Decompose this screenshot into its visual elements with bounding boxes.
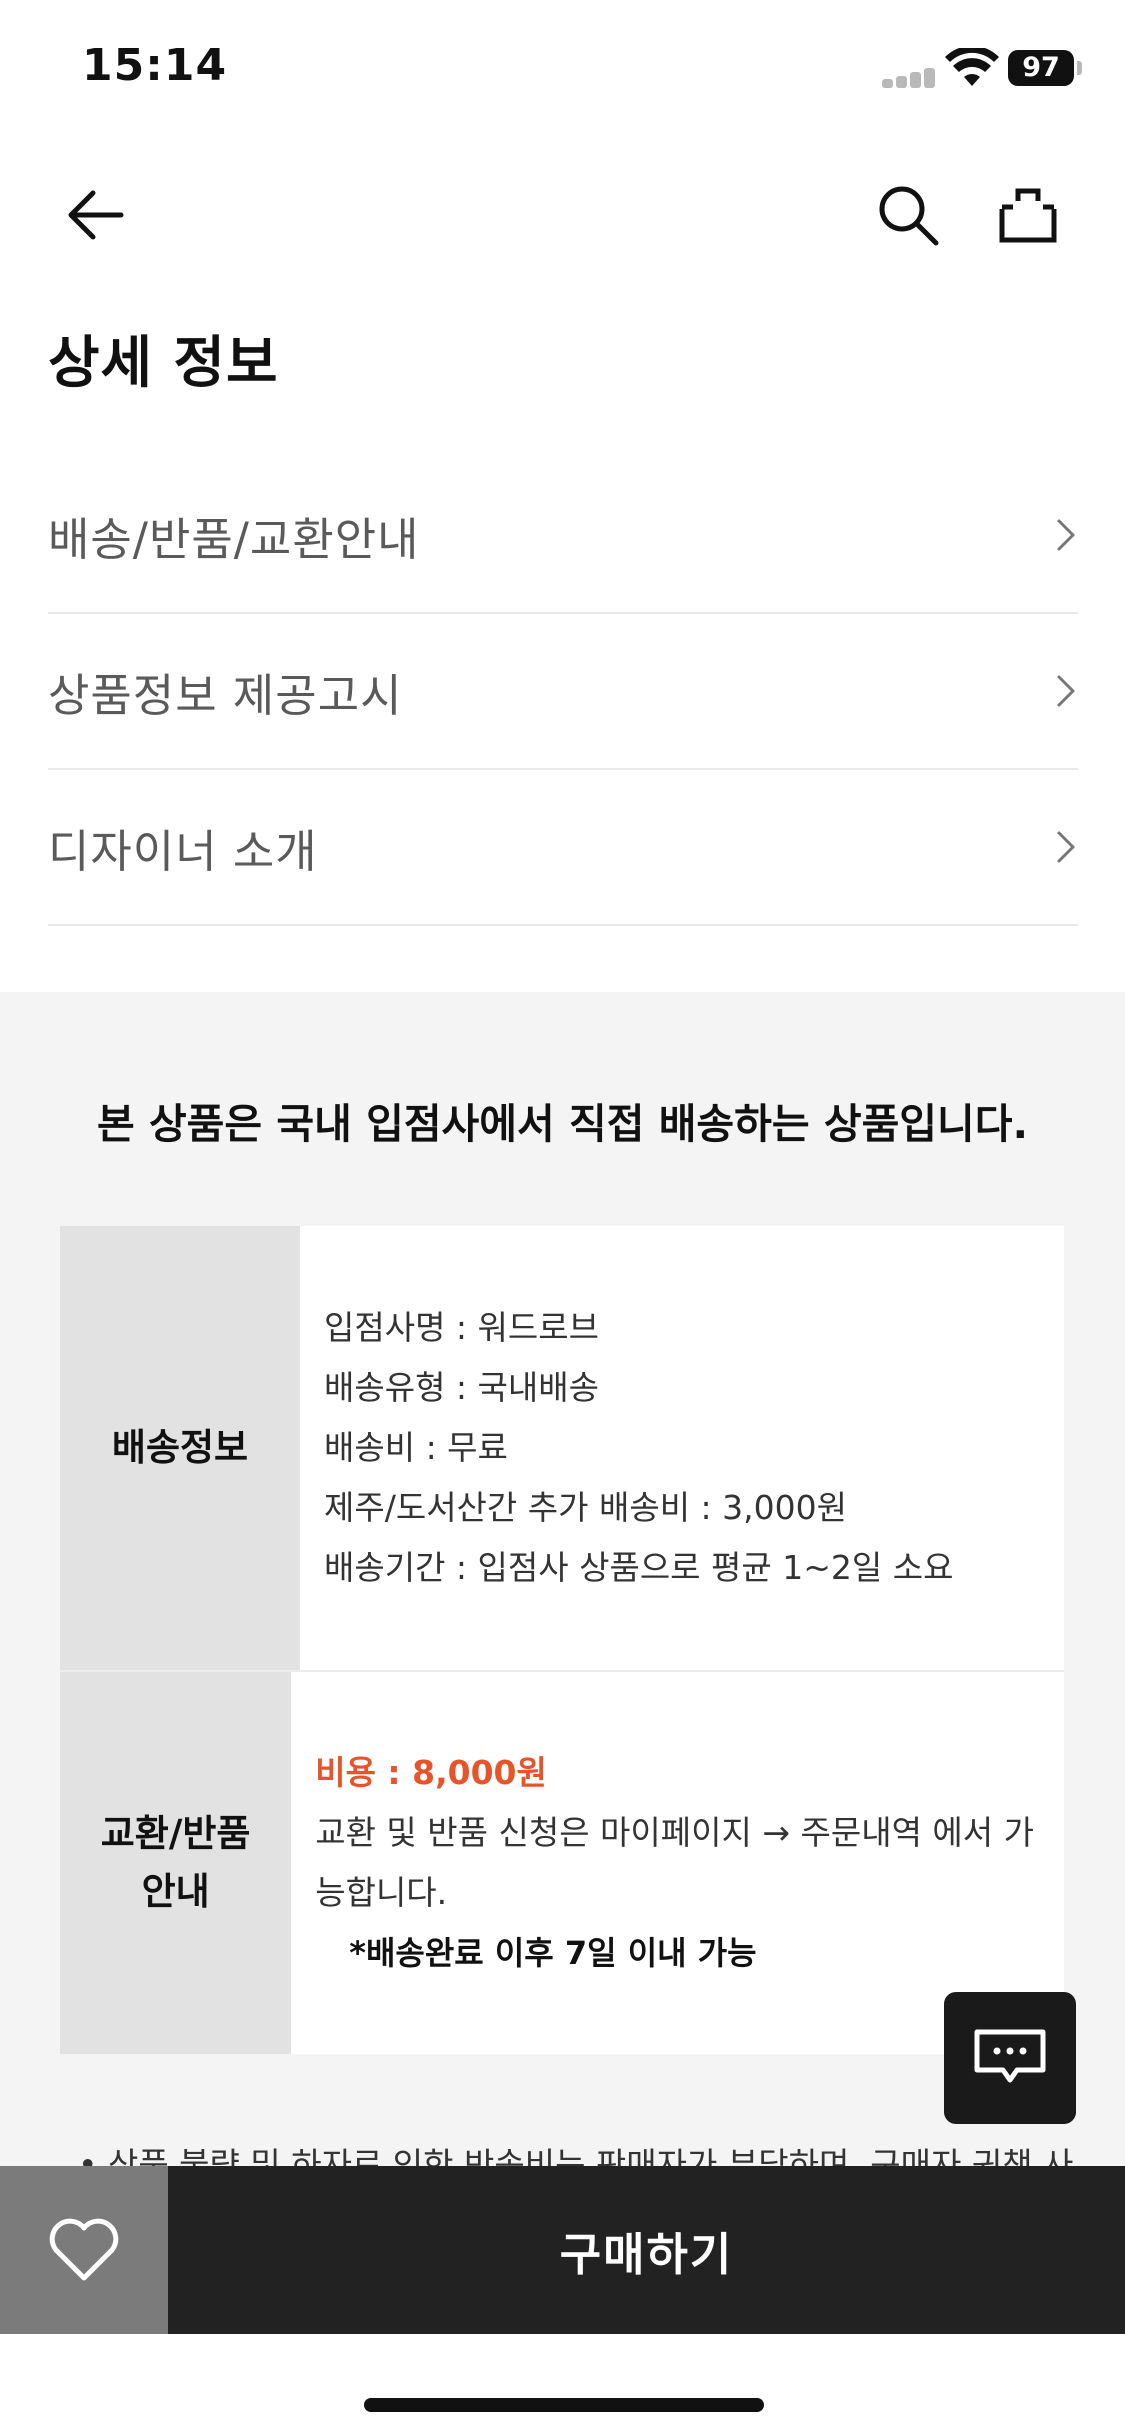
menu-item-product-notice[interactable]: 상품정보 제공고시 (48, 614, 1078, 770)
wifi-icon (945, 48, 999, 86)
search-icon (879, 186, 939, 246)
table-row-shipping: 배송정보 입점사명 : 워드로브 배송유형 : 국내배송 배송비 : 무료 제주… (60, 1226, 1064, 1670)
shopping-bag-button[interactable] (983, 170, 1073, 260)
home-indicator[interactable] (364, 2398, 764, 2412)
shipping-seller: 입점사명 : 워드로브 (324, 1308, 599, 1347)
back-button[interactable] (50, 170, 140, 260)
battery-nub (1077, 61, 1082, 75)
shipping-period: 배송기간 : 입점사 상품으로 평균 1~2일 소요 (324, 1548, 954, 1587)
status-time: 15:14 (82, 40, 228, 91)
cellular-signal-icon (882, 66, 936, 88)
menu-item-label: 배송/반품/교환안내 (48, 512, 420, 566)
buy-button[interactable]: 구매하기 (168, 2166, 1125, 2334)
chevron-right-icon (1057, 831, 1075, 863)
arrow-left-icon (68, 190, 124, 240)
row-head-exchange: 교환/반품 안내 (60, 1672, 292, 2054)
status-bar: 15:14 97 (0, 0, 1125, 140)
exchange-info-line1: 교환 및 반품 신청은 마이페이지 → 주문내역 에서 가 (315, 1813, 1034, 1852)
shipping-fee: 배송비 : 무료 (324, 1428, 508, 1467)
chat-button[interactable] (944, 1992, 1076, 2124)
shopping-bag-icon (999, 188, 1057, 243)
chevron-right-icon (1057, 675, 1075, 707)
product-detail-info-screen: 15:14 97 상세 정보 배송/반품/교환안내 상품정보 제공고시 디자이너… (0, 0, 1125, 2436)
search-button[interactable] (863, 170, 953, 260)
defect-return-note: • 상품 불량 및 하자로 인한 반송비는 판매자가 부담하며, 구매자 귀책 … (78, 2145, 1074, 2168)
row-head-shipping: 배송정보 (60, 1226, 300, 1670)
menu-item-label: 상품정보 제공고시 (48, 668, 403, 722)
info-menu-list: 배송/반품/교환안내 상품정보 제공고시 디자이너 소개 (48, 458, 1078, 926)
chevron-right-icon (1057, 519, 1075, 551)
exchange-note: *배송완료 이후 7일 이내 가능 (349, 1934, 757, 1972)
battery-level: 97 (1008, 50, 1074, 86)
menu-item-designer[interactable]: 디자이너 소개 (48, 770, 1078, 926)
heart-icon (49, 2218, 119, 2281)
bottom-action-bar: 구매하기 (0, 2166, 1125, 2334)
page-title: 상세 정보 (48, 331, 279, 396)
exchange-info-line2: 능합니다. (315, 1873, 448, 1912)
shipping-extra-fee: 제주/도서산간 추가 배송비 : 3,000원 (324, 1488, 847, 1527)
chat-bubble-icon (974, 2029, 1046, 2083)
wishlist-button[interactable] (0, 2166, 168, 2334)
shipping-details: 입점사명 : 워드로브 배송유형 : 국내배송 배송비 : 무료 제주/도서산간… (300, 1226, 1064, 1670)
shipping-info-table: 배송정보 입점사명 : 워드로브 배송유형 : 국내배송 배송비 : 무료 제주… (60, 1226, 1064, 2054)
row-head-exchange-line1: 교환/반품 (100, 1812, 251, 1855)
row-head-exchange-line2: 안내 (141, 1870, 210, 1913)
table-row-exchange: 교환/반품 안내 비용 : 8,000원 교환 및 반품 신청은 마이페이지 →… (60, 1670, 1064, 2054)
top-nav (0, 160, 1125, 270)
exchange-cost: 비용 : 8,000원 (315, 1753, 547, 1792)
shipping-type: 배송유형 : 국내배송 (324, 1368, 599, 1407)
menu-item-label: 디자이너 소개 (48, 824, 318, 878)
notice-title: 본 상품은 국내 입점사에서 직접 배송하는 상품입니다. (96, 1100, 1029, 1148)
menu-item-shipping-return[interactable]: 배송/반품/교환안내 (48, 458, 1078, 614)
